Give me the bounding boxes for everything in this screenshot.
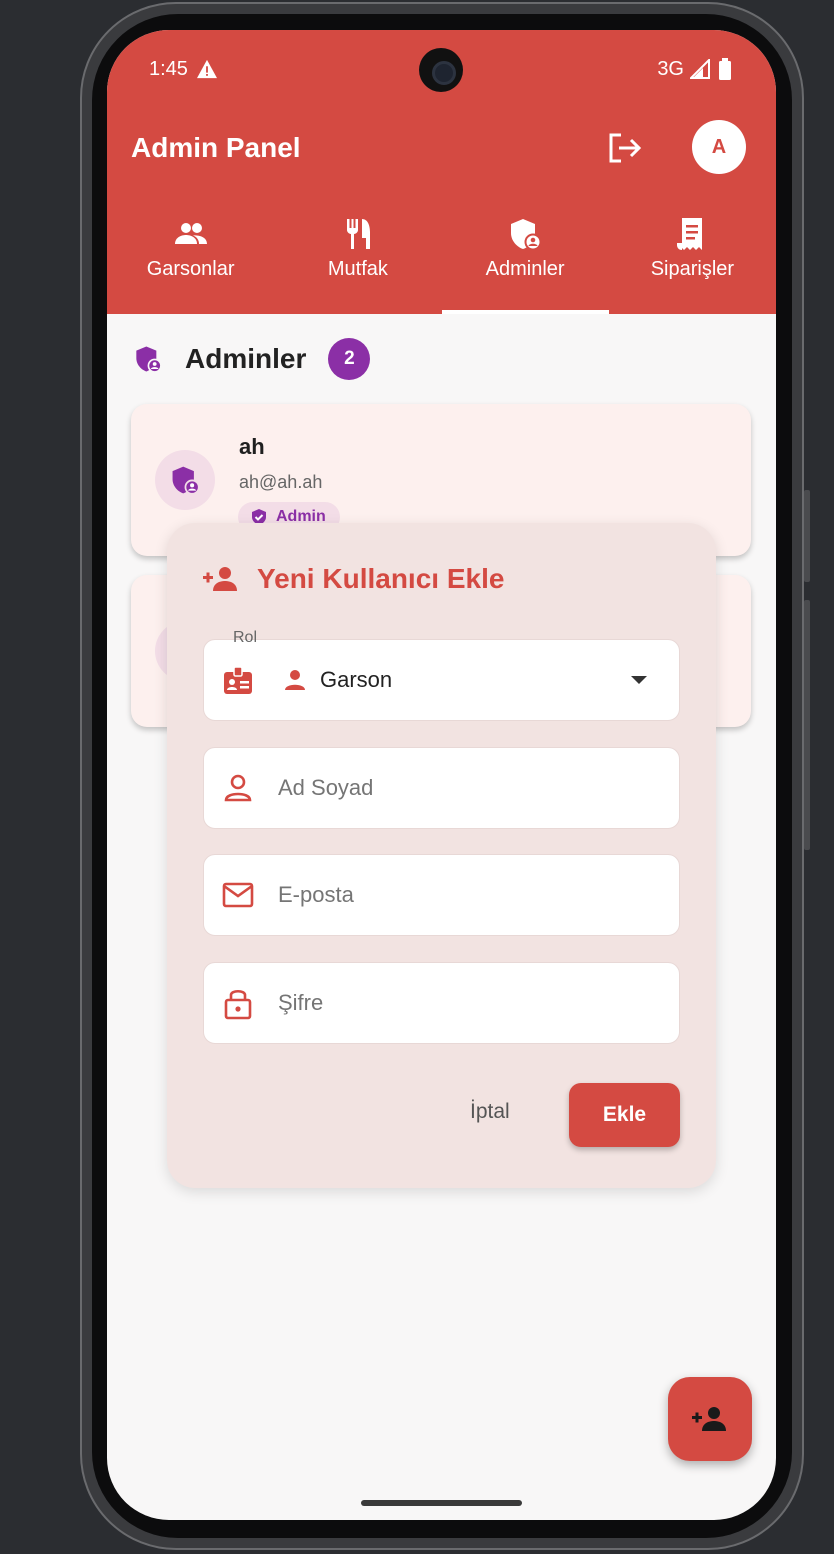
power-button [804, 600, 810, 850]
person-add-icon [203, 567, 237, 591]
lock-icon [204, 986, 272, 1020]
dialog-header: Yeni Kullanıcı Ekle [203, 563, 504, 595]
name-placeholder: Ad Soyad [278, 775, 374, 800]
role-select-value: Garson [320, 667, 393, 692]
chevron-down-icon [631, 676, 647, 684]
add-user-fab[interactable] [668, 1377, 752, 1461]
screen: 1:45 3G Admin Panel A Garsonlar Mutfak A… [107, 30, 776, 1520]
person-add-icon [692, 1407, 726, 1431]
role-select[interactable]: Garson [203, 639, 680, 721]
add-button[interactable]: Ekle [569, 1083, 680, 1147]
email-placeholder: E-posta [278, 882, 354, 907]
person-icon [285, 670, 305, 690]
add-user-dialog: Yeni Kullanıcı Ekle Garson Rol Ad Soyad … [167, 523, 716, 1188]
dialog-title: Yeni Kullanıcı Ekle [257, 563, 505, 594]
password-field[interactable]: Şifre [203, 962, 680, 1044]
volume-button [804, 490, 810, 582]
home-indicator[interactable] [361, 1500, 522, 1506]
person-outline-icon [204, 773, 272, 803]
mail-icon [204, 882, 272, 908]
role-field-label: Rol [233, 629, 258, 646]
name-field[interactable]: Ad Soyad [203, 747, 680, 829]
email-field[interactable]: E-posta [203, 854, 680, 936]
cancel-button[interactable]: İptal [470, 1100, 510, 1124]
badge-icon [204, 664, 272, 696]
password-placeholder: Şifre [278, 990, 324, 1015]
